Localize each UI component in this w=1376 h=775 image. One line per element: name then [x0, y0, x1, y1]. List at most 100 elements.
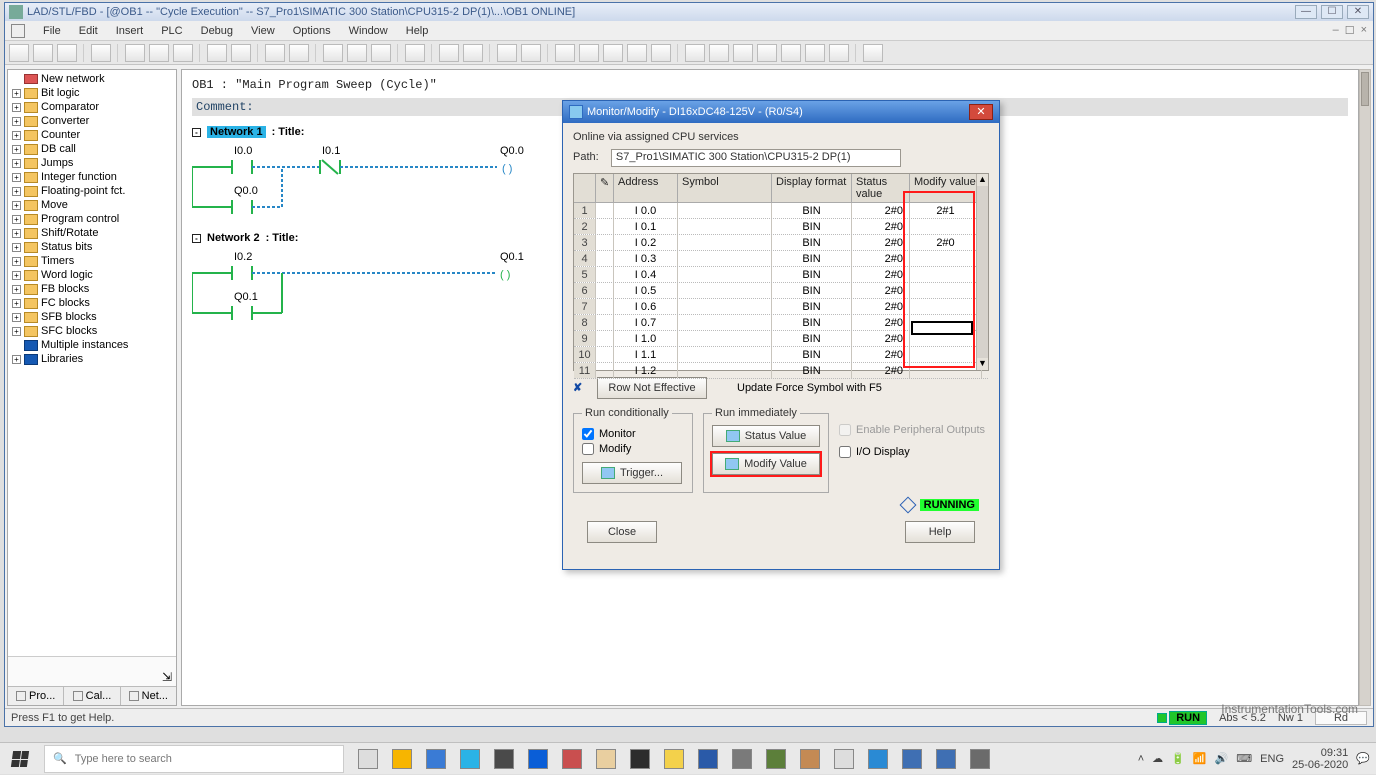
- toolbar-conn-icon[interactable]: [829, 44, 849, 62]
- tree-item-comparator[interactable]: +Comparator: [12, 100, 174, 114]
- tree-item-shift-rotate[interactable]: +Shift/Rotate: [12, 226, 174, 240]
- tree-item-float[interactable]: +Floating-point fct.: [12, 184, 174, 198]
- cell-modify-value[interactable]: [910, 267, 982, 282]
- toolbar-el1-icon[interactable]: [555, 44, 575, 62]
- table-row[interactable]: 3I 0.2BIN2#02#0: [574, 235, 988, 251]
- table-row[interactable]: 10I 1.1BIN2#0: [574, 347, 988, 363]
- cell-address[interactable]: I 1.2: [614, 363, 678, 378]
- tree-item-db-call[interactable]: +DB call: [12, 142, 174, 156]
- collapse-icon[interactable]: -: [192, 234, 201, 243]
- cell-format[interactable]: BIN: [772, 299, 852, 314]
- toolbar-print-icon[interactable]: [91, 44, 111, 62]
- tree-item-word-logic[interactable]: +Word logic: [12, 268, 174, 282]
- tray-icon-2[interactable]: 🔋: [1171, 752, 1185, 765]
- row-not-effective-button[interactable]: Row Not Effective: [597, 377, 707, 399]
- tree-item-move[interactable]: +Move: [12, 198, 174, 212]
- cell-symbol[interactable]: [678, 347, 772, 362]
- cell-format[interactable]: BIN: [772, 347, 852, 362]
- cell-symbol[interactable]: [678, 235, 772, 250]
- close-button[interactable]: Close: [587, 521, 657, 543]
- mail-icon[interactable]: [524, 745, 552, 773]
- toolbar-view3-icon[interactable]: [371, 44, 391, 62]
- dialog-titlebar[interactable]: Monitor/Modify - DI16xDC48-125V - (R0/S4…: [563, 101, 999, 123]
- table-row[interactable]: 4I 0.3BIN2#0: [574, 251, 988, 267]
- app-icon-1[interactable]: [388, 745, 416, 773]
- tray-chevron-icon[interactable]: ˄: [1138, 753, 1144, 765]
- app-icon-5[interactable]: [796, 745, 824, 773]
- taskbar-search[interactable]: 🔍 Type here to search: [44, 745, 344, 773]
- tree-item-bit-logic[interactable]: +Bit logic: [12, 86, 174, 100]
- cell-address[interactable]: I 0.4: [614, 267, 678, 282]
- app-icon-8[interactable]: [932, 745, 960, 773]
- trigger-button[interactable]: Trigger...: [582, 462, 682, 484]
- toolbar-el5-icon[interactable]: [651, 44, 671, 62]
- scroll-up-icon[interactable]: ▲: [977, 174, 988, 186]
- tree-item-sfc-blocks[interactable]: +SFC blocks: [12, 324, 174, 338]
- mdi-close-icon[interactable]: ×: [1361, 24, 1367, 37]
- cell-address[interactable]: I 0.5: [614, 283, 678, 298]
- variable-table[interactable]: ✎ Address Symbol Display format Status v…: [573, 173, 989, 371]
- tab-program[interactable]: Pro...: [8, 687, 64, 705]
- cell-format[interactable]: BIN: [772, 331, 852, 346]
- path-field[interactable]: S7_Pro1\SIMATIC 300 Station\CPU315-2 DP(…: [611, 149, 901, 167]
- dialog-close-button[interactable]: ✕: [969, 104, 993, 120]
- col-icon[interactable]: ✎: [596, 174, 614, 202]
- tree-item-new-network[interactable]: New network: [12, 72, 174, 86]
- app-icon-2[interactable]: [422, 745, 450, 773]
- table-row[interactable]: 6I 0.5BIN2#0: [574, 283, 988, 299]
- cell-format[interactable]: BIN: [772, 203, 852, 218]
- paint-icon[interactable]: [592, 745, 620, 773]
- tray-keyboard-icon[interactable]: ⌨: [1236, 752, 1252, 765]
- tree-item-integer[interactable]: +Integer function: [12, 170, 174, 184]
- table-row[interactable]: 2I 0.1BIN2#0: [574, 219, 988, 235]
- toolbar-contact-no-icon[interactable]: [685, 44, 705, 62]
- cell-modify-value[interactable]: [910, 363, 982, 378]
- cell-symbol[interactable]: [678, 363, 772, 378]
- table-row[interactable]: 7I 0.6BIN2#0: [574, 299, 988, 315]
- tray-lang[interactable]: ENG: [1260, 753, 1284, 765]
- cell-symbol[interactable]: [678, 267, 772, 282]
- cell-address[interactable]: I 0.1: [614, 219, 678, 234]
- toolbar-branch-close-icon[interactable]: [805, 44, 825, 62]
- cell-modify-value[interactable]: 2#1: [910, 203, 982, 218]
- toolbar-ref-icon[interactable]: [497, 44, 517, 62]
- toolbar-contact-nc-icon[interactable]: [709, 44, 729, 62]
- cell-format[interactable]: BIN: [772, 251, 852, 266]
- toolbar-view2-icon[interactable]: [347, 44, 367, 62]
- cell-modify-value[interactable]: [910, 347, 982, 362]
- collapse-icon[interactable]: -: [192, 128, 201, 137]
- store-icon[interactable]: [490, 745, 518, 773]
- menu-debug[interactable]: Debug: [201, 25, 233, 37]
- app-menu-icon[interactable]: [11, 24, 25, 38]
- toolbar-el3-icon[interactable]: [603, 44, 623, 62]
- menu-view[interactable]: View: [251, 25, 275, 37]
- tree-item-sfb-blocks[interactable]: +SFB blocks: [12, 310, 174, 324]
- menu-file[interactable]: File: [43, 25, 61, 37]
- toolbar-new-icon[interactable]: [9, 44, 29, 62]
- cell-format[interactable]: BIN: [772, 283, 852, 298]
- cell-symbol[interactable]: [678, 283, 772, 298]
- toolbar-copy-icon[interactable]: [149, 44, 169, 62]
- cell-address[interactable]: I 0.7: [614, 315, 678, 330]
- modify-checkbox-input[interactable]: [582, 443, 594, 455]
- toolbar-box-icon[interactable]: [757, 44, 777, 62]
- toolbar-catalog-icon[interactable]: [405, 44, 425, 62]
- toolbar-redo-icon[interactable]: [231, 44, 251, 62]
- tree-item-fb-blocks[interactable]: +FB blocks: [12, 282, 174, 296]
- col-format[interactable]: Display format: [772, 174, 852, 202]
- tray-clock[interactable]: 09:31 25-06-2020: [1292, 747, 1348, 771]
- toolbar-save-icon[interactable]: [57, 44, 77, 62]
- modify-checkbox[interactable]: Modify: [582, 443, 684, 455]
- tray-icon-1[interactable]: ☁: [1152, 752, 1163, 765]
- chrome-icon[interactable]: [660, 745, 688, 773]
- tia-icon[interactable]: [626, 745, 654, 773]
- cell-format[interactable]: BIN: [772, 219, 852, 234]
- cell-format[interactable]: BIN: [772, 315, 852, 330]
- minimize-button[interactable]: —: [1295, 5, 1317, 19]
- table-row[interactable]: 1I 0.0BIN2#02#1: [574, 203, 988, 219]
- toolbar-branch-open-icon[interactable]: [781, 44, 801, 62]
- catalog-tree[interactable]: New network +Bit logic +Comparator +Conv…: [8, 70, 176, 656]
- menu-options[interactable]: Options: [293, 25, 331, 37]
- toolbar-monitor-icon[interactable]: [289, 44, 309, 62]
- toolbar-window2-icon[interactable]: [463, 44, 483, 62]
